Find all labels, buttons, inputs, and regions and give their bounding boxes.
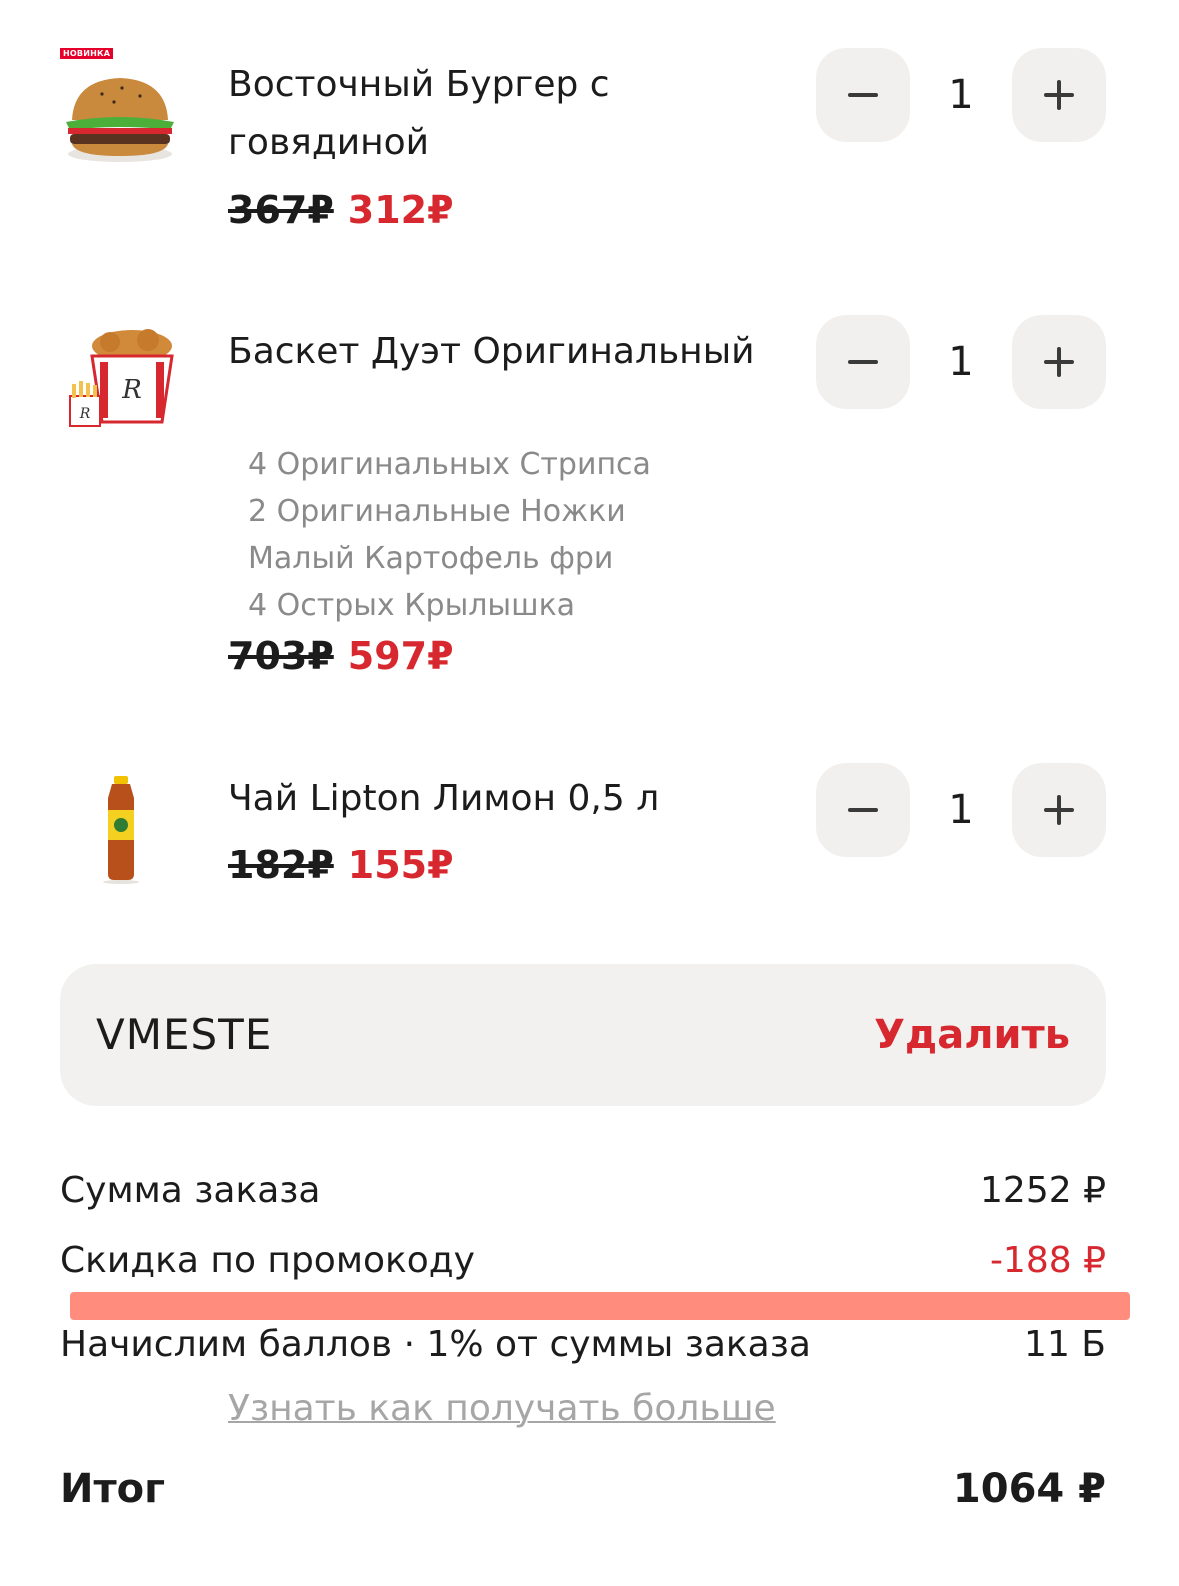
learn-more-link[interactable]: Узнать как получать больше <box>228 1388 776 1429</box>
old-price: 367₽ <box>228 188 334 232</box>
item-option: 4 Острых Крылышка <box>248 588 576 623</box>
promo-code: VMESTE <box>96 1010 273 1059</box>
plus-icon <box>1044 347 1074 377</box>
item-name: Баскет Дуэт Оригинальный <box>228 331 755 372</box>
decrease-quantity-button[interactable] <box>816 763 910 857</box>
increase-quantity-button[interactable] <box>1012 763 1106 857</box>
minus-icon <box>848 93 878 97</box>
plus-icon <box>1044 795 1074 825</box>
price-row: 703₽ 597₽ <box>228 634 454 678</box>
decrease-quantity-button[interactable] <box>816 315 910 409</box>
points-label: Начислим баллов · 1% от суммы заказа <box>60 1324 811 1365</box>
old-price: 182₽ <box>228 843 334 887</box>
minus-icon <box>848 808 878 812</box>
plus-icon <box>1044 80 1074 110</box>
order-sum-label: Сумма заказа <box>60 1170 321 1211</box>
increase-quantity-button[interactable] <box>1012 315 1106 409</box>
svg-text:R: R <box>121 375 142 405</box>
highlight-marker <box>70 1292 1130 1320</box>
new-price: 155₽ <box>347 843 454 887</box>
new-price: 312₽ <box>347 188 454 232</box>
order-sum-value: 1252 ₽ <box>980 1170 1106 1211</box>
discount-value: -188 ₽ <box>989 1240 1106 1281</box>
item-options: 4 Оригинальных Стрипса 2 Оригинальные Но… <box>248 441 808 629</box>
quantity-value: 1 <box>948 72 974 118</box>
tea-bottle-image[interactable] <box>52 774 192 904</box>
item-option: Малый Картофель фри <box>248 541 614 576</box>
price-row: 367₽ 312₽ <box>228 188 454 232</box>
item-name: Восточный Бургер с говядиной <box>228 64 610 163</box>
new-badge: НОВИНКА <box>60 48 114 59</box>
total-label: Итог <box>60 1466 166 1512</box>
new-price: 597₽ <box>347 634 454 678</box>
discount-label: Скидка по промокоду <box>60 1240 475 1281</box>
points-value: 11 Б <box>1024 1324 1106 1365</box>
old-price: 703₽ <box>228 634 334 678</box>
minus-icon <box>848 360 878 364</box>
decrease-quantity-button[interactable] <box>816 48 910 142</box>
quantity-value: 1 <box>948 787 974 833</box>
quantity-value: 1 <box>948 339 974 385</box>
item-name: Чай Lipton Лимон 0,5 л <box>228 778 660 819</box>
total-value: 1064 ₽ <box>952 1466 1106 1512</box>
promo-code-box: VMESTE Удалить <box>60 964 1106 1106</box>
increase-quantity-button[interactable] <box>1012 48 1106 142</box>
svg-text:R: R <box>79 406 91 422</box>
bucket-image[interactable]: R R <box>52 326 192 456</box>
remove-promo-button[interactable]: Удалить <box>874 964 1070 1106</box>
item-option: 2 Оригинальные Ножки <box>248 494 626 529</box>
price-row: 182₽ 155₽ <box>228 843 454 887</box>
burger-image[interactable] <box>52 62 192 192</box>
item-option: 4 Оригинальных Стрипса <box>248 447 651 482</box>
